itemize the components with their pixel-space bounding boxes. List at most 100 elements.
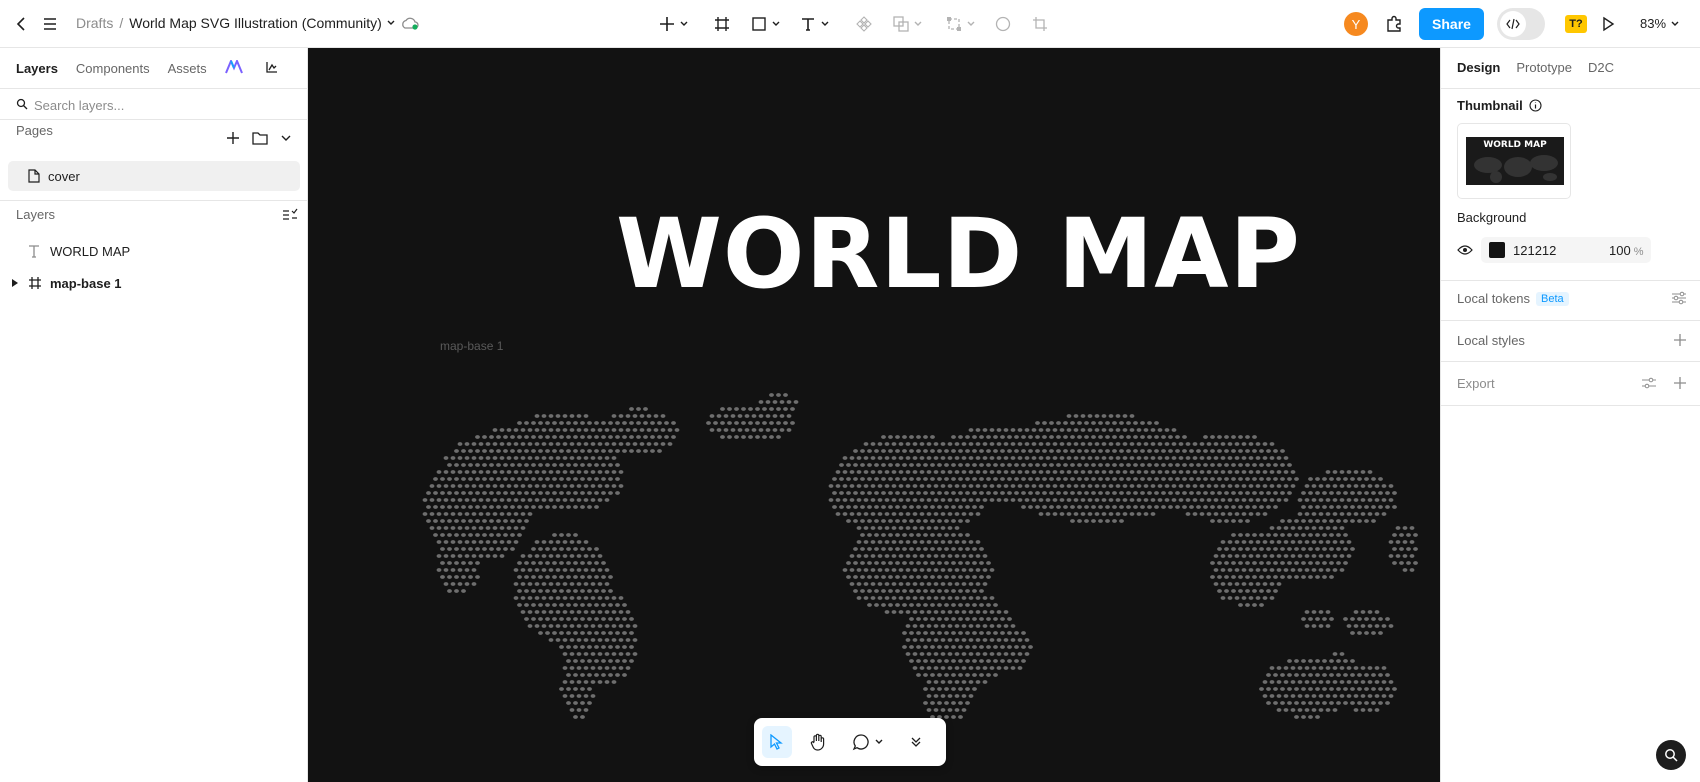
map-dot (1227, 540, 1233, 544)
map-dot (590, 694, 596, 698)
map-dot (874, 519, 879, 523)
crop-tool[interactable] (1028, 8, 1052, 40)
map-dot (475, 533, 480, 537)
layer-item-map-base[interactable]: map-base 1 (0, 269, 308, 297)
play-icon[interactable] (1596, 8, 1620, 40)
map-dot (1084, 449, 1089, 453)
map-dot (1364, 687, 1369, 691)
map-dot (902, 463, 907, 467)
map-dot (1080, 428, 1086, 432)
back-icon[interactable] (10, 8, 34, 40)
plugins-icon[interactable] (1382, 8, 1406, 40)
background-color-field[interactable]: 121212 100% (1481, 237, 1651, 263)
map-dot (1343, 519, 1348, 523)
tokens-settings-icon[interactable] (1671, 291, 1687, 305)
color-swatch[interactable] (1489, 242, 1505, 258)
tab-assets[interactable]: Assets (168, 61, 207, 76)
map-dot (961, 666, 967, 670)
help-search-button[interactable] (1656, 740, 1686, 770)
background-opacity[interactable]: 100% (1609, 243, 1643, 258)
layer-item-world-map[interactable]: WORLD MAP (0, 237, 308, 265)
map-dot (1409, 554, 1415, 558)
map-dot (1276, 526, 1282, 530)
export-settings-icon[interactable] (1641, 376, 1657, 390)
share-button[interactable]: Share (1419, 8, 1484, 40)
create-tool[interactable] (654, 8, 694, 40)
text-tool[interactable] (797, 8, 833, 40)
map-dot (863, 568, 869, 572)
file-name[interactable]: World Map SVG Illustration (Community) (129, 15, 382, 31)
add-style-icon[interactable] (1673, 333, 1687, 347)
frame-tool[interactable] (710, 8, 734, 40)
map-dot (1003, 428, 1009, 432)
boolean-tool[interactable] (890, 8, 926, 40)
dev-mode-toggle[interactable] (1497, 8, 1545, 40)
expand-arrow-icon[interactable] (12, 279, 18, 287)
tab-components[interactable]: Components (76, 61, 150, 76)
map-dot (720, 407, 725, 411)
map-dot (993, 463, 998, 467)
map-dot (954, 568, 960, 572)
map-dot (1126, 449, 1131, 453)
page-item-cover[interactable]: cover (8, 161, 300, 191)
chevron-down-icon[interactable] (386, 18, 396, 28)
shape-tool[interactable] (748, 8, 784, 40)
map-dot (1252, 561, 1257, 565)
eye-icon[interactable] (1457, 244, 1473, 256)
zoom-dropdown[interactable]: 83% (1640, 16, 1680, 31)
local-tokens-section[interactable]: Local tokens Beta (1457, 291, 1569, 306)
map-dot (902, 435, 907, 439)
folder-icon[interactable] (252, 131, 268, 145)
more-tools[interactable] (904, 726, 928, 758)
canvas[interactable]: WORLD MAP map-base 1 (308, 48, 1440, 782)
map-dot (1283, 554, 1289, 558)
map-dot (1007, 645, 1012, 649)
map-dot (1129, 512, 1135, 516)
map-dot (881, 505, 886, 509)
map-dot (842, 484, 848, 488)
instance-tool[interactable] (943, 8, 979, 40)
tab-prototype[interactable]: Prototype (1516, 60, 1572, 75)
comment-tool[interactable] (848, 726, 888, 758)
dotted-world-map[interactable] (308, 48, 1440, 782)
library-icon[interactable] (265, 60, 279, 77)
map-dot (1227, 498, 1233, 502)
plugin-badge[interactable]: T? (1565, 15, 1587, 33)
map-dot (867, 463, 872, 467)
background-hex[interactable]: 121212 (1513, 243, 1556, 258)
tab-d2c[interactable]: D2C (1588, 60, 1614, 75)
map-dot (566, 603, 571, 607)
thumbnail-preview[interactable]: WORLD MAP (1457, 123, 1571, 199)
tab-design[interactable]: Design (1457, 60, 1500, 75)
ellipse-tool[interactable] (991, 8, 1015, 40)
menu-icon[interactable] (38, 8, 62, 40)
search-input[interactable] (34, 95, 294, 115)
ai-icon[interactable] (224, 58, 243, 77)
map-dot (1073, 484, 1079, 488)
move-tool[interactable] (762, 726, 792, 758)
map-dot (982, 554, 988, 558)
map-dot (1343, 659, 1348, 663)
breadcrumb-folder[interactable]: Drafts (76, 15, 113, 31)
map-dot (1199, 456, 1205, 460)
map-dot (629, 421, 634, 425)
map-dot (443, 456, 449, 460)
map-dot (1157, 456, 1163, 460)
map-dot (1234, 498, 1240, 502)
tab-layers[interactable]: Layers (16, 61, 58, 76)
avatar[interactable]: Y (1344, 12, 1368, 36)
component-tool[interactable] (852, 8, 876, 40)
add-page-icon[interactable] (226, 131, 240, 145)
layer-search[interactable] (0, 88, 308, 120)
map-dot (454, 463, 459, 467)
info-icon[interactable] (1529, 99, 1542, 112)
hand-tool[interactable] (806, 726, 830, 758)
breadcrumb[interactable]: Drafts / World Map SVG Illustration (Com… (76, 15, 396, 31)
map-dot (1245, 505, 1250, 509)
layers-options-icon[interactable] (282, 208, 298, 225)
add-export-icon[interactable] (1673, 376, 1687, 390)
map-dot (422, 498, 428, 502)
collapse-pages-icon[interactable] (280, 132, 292, 144)
map-dot (590, 652, 596, 656)
map-dot (961, 498, 967, 502)
